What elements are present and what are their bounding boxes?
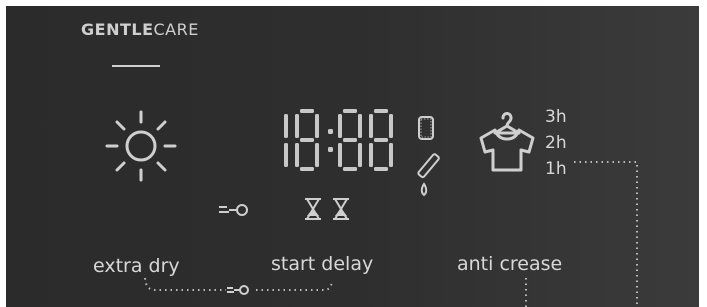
anti-crease-button[interactable]: anti crease — [457, 253, 562, 275]
start-delay-button[interactable]: start delay — [271, 253, 373, 275]
extra-dry-button[interactable]: extra dry — [93, 255, 180, 277]
control-panel: GENTLECARE 3h 2h 1h extra dry start dela… — [6, 6, 699, 307]
key-lock-icon — [227, 285, 249, 295]
